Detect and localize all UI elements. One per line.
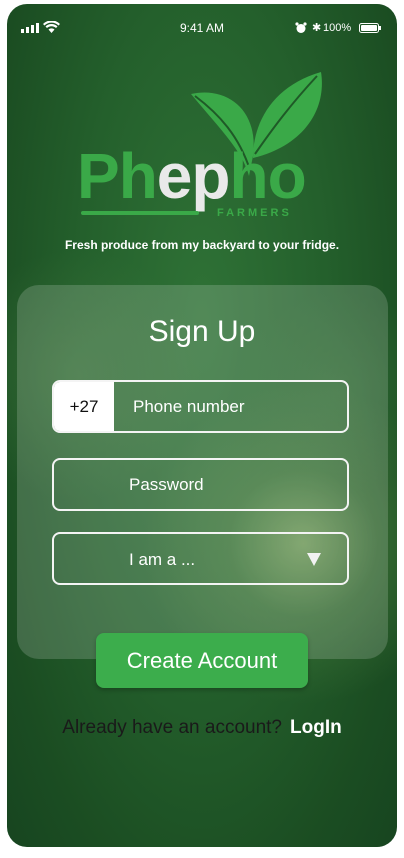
brand-name: Phepho <box>77 140 307 212</box>
login-link[interactable]: LogIn <box>290 717 342 738</box>
role-select-value: I am a ... <box>129 550 196 569</box>
create-account-button[interactable]: Create Account <box>96 633 308 688</box>
phone-number-input[interactable]: Phone number <box>114 382 245 431</box>
bluetooth-icon: ✱ <box>312 22 322 34</box>
password-field[interactable]: Password <box>52 458 349 511</box>
dropdown-arrow-icon[interactable] <box>307 553 321 566</box>
country-code-prefix[interactable]: +27 <box>54 382 114 431</box>
tagline: Fresh produce from my backyard to your f… <box>64 238 340 252</box>
login-prompt: Already have an account? <box>62 717 282 738</box>
phone-screen: 9:41 AM ✱ 100% Phepho FARMERS Fresh prod… <box>7 4 397 847</box>
role-select[interactable]: I am a ... <box>52 532 349 585</box>
login-prompt-row: Already have an account? LogIn <box>7 717 397 739</box>
brand-underline <box>81 211 199 215</box>
form-title: Sign Up <box>148 315 256 348</box>
alarm-icon <box>295 22 307 33</box>
battery-percent: 100% <box>323 22 352 34</box>
brand-subtitle: FARMERS <box>217 207 292 219</box>
status-bar: 9:41 AM ✱ 100% <box>7 4 397 48</box>
password-input[interactable]: Password <box>129 475 204 495</box>
phone-number-field[interactable]: +27 Phone number <box>52 380 349 433</box>
battery-icon <box>359 23 381 33</box>
